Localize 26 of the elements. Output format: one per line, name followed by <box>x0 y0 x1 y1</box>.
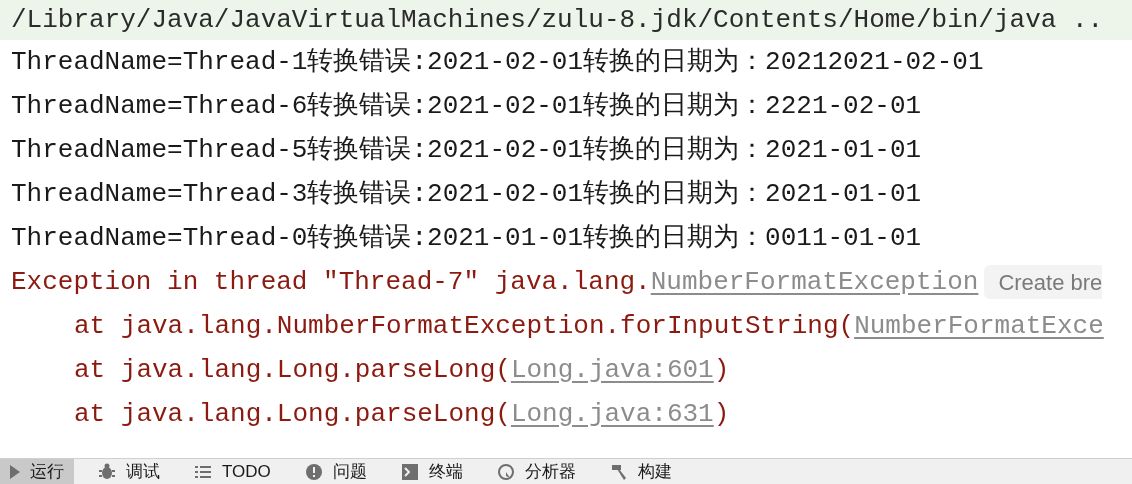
tool-window-tab[interactable]: 问题 <box>294 459 377 484</box>
bug-icon <box>98 462 116 481</box>
exclamation-icon <box>304 462 323 481</box>
hammer-icon <box>609 462 628 481</box>
error-text: Exception in thread "Thread-7" java.lang. <box>11 265 651 299</box>
error-text: at java.lang.Long.parseLong( <box>74 353 511 387</box>
console-output-line: ThreadName=Thread-3转换错误:2021-02-01转换的日期为：2021-01-01 <box>11 177 922 211</box>
command-path: /Library/Java/JavaVirtualMachines/zulu-8.jdk/Contents/Home/bin/java .. <box>11 3 1104 37</box>
create-breakpoint-hint[interactable]: Create bre <box>984 265 1103 299</box>
console-output-line: ThreadName=Thread-6转换错误:2021-02-01转换的日期为：2221-02-01 <box>11 89 922 123</box>
terminal-icon <box>400 462 419 481</box>
console-output-line: ThreadName=Thread-1转换错误:2021-02-01转换的日期为：20212021-02-01 <box>11 45 984 79</box>
tool-window-tab[interactable]: 分析器 <box>486 459 586 484</box>
gauge-icon <box>496 462 515 481</box>
play-icon <box>10 464 20 479</box>
error-text: at java.lang.NumberFormatException.forInputString( <box>74 309 855 343</box>
tool-window-tab[interactable]: 调试 <box>88 459 170 484</box>
error-text: at java.lang.Long.parseLong( <box>74 397 511 431</box>
error-text: ) <box>713 353 730 387</box>
tool-window-tab[interactable]: 构建 <box>599 459 682 484</box>
tool-window-tab[interactable]: 运行 <box>0 459 74 484</box>
error-text: ) <box>713 397 730 431</box>
tool-window-tab[interactable]: 终端 <box>390 459 473 484</box>
console-output-line: ThreadName=Thread-5转换错误:2021-02-01转换的日期为：2021-01-01 <box>11 133 922 167</box>
console-output-line: ThreadName=Thread-0转换错误:2021-01-01转换的日期为：0011-01-01 <box>11 221 922 255</box>
tool-window-tab[interactable]: TODO <box>184 459 281 484</box>
